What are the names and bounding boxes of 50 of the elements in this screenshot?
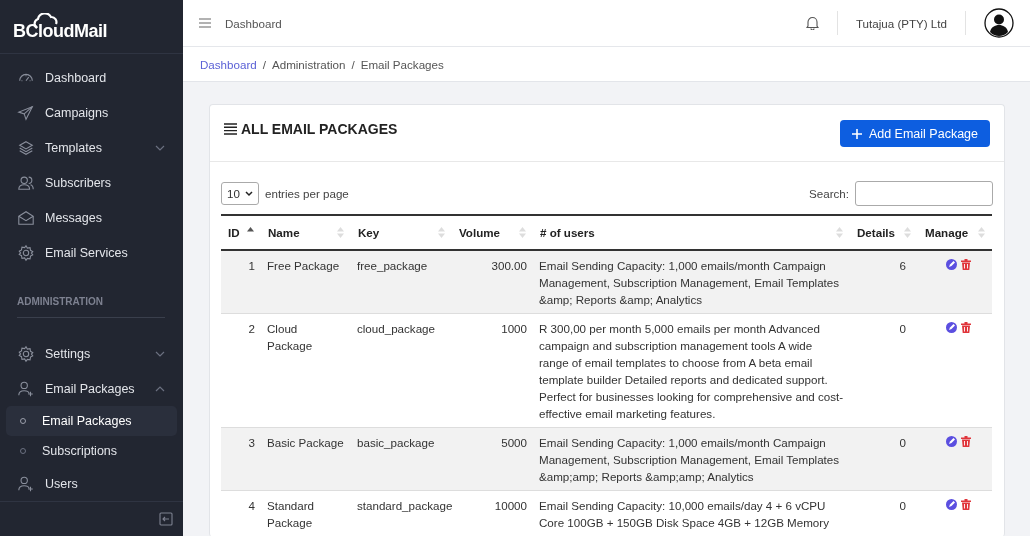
add-package-button[interactable]: Add Email Package <box>839 120 990 147</box>
sidebar-item[interactable]: Templates <box>6 130 177 166</box>
table-cell: Basic Package <box>261 427 351 491</box>
company-name[interactable]: Tutajua (PTY) Ltd <box>855 16 947 30</box>
table-cell: Email Sending Capacity: 1,000 emails/month Campaign Management, Subscription Management, Email Templates &amp; Reports &amp; Analytics <box>533 250 850 314</box>
table-cell: Standard Package <box>261 490 351 536</box>
sidebar-item[interactable]: Email Services <box>6 235 177 271</box>
table-cell: 10000 <box>452 490 533 536</box>
table-cell: 300.00 <box>452 250 533 314</box>
logo[interactable]: BCloudMail <box>13 21 107 43</box>
table-cell: Free Package <box>261 250 351 314</box>
sidebar-item[interactable]: Messages <box>6 200 177 236</box>
page-size-label: entries per page <box>265 187 349 200</box>
table-cell: standard_package <box>351 490 452 536</box>
table-cell: Email Sending Capacity: 10,000 emails/day 4 + 6 vCPU Core 100GB + 150GB Disk Space 4GB + 12GB Memory <box>533 490 850 536</box>
table-cell: basic_package <box>351 427 452 491</box>
table-cell: 4 <box>221 490 261 536</box>
table-cell: 1000 <box>452 313 533 428</box>
section-heading: ADMINISTRATION <box>17 270 165 319</box>
table-cell: Cloud Package <box>261 313 351 428</box>
sidebar-item[interactable]: Dashboard <box>6 60 177 96</box>
breadcrumb-separator: / <box>351 57 355 71</box>
sidebar-item[interactable]: Email Packages <box>6 371 177 407</box>
table-cell: R 300,00 per month 5,000 emails per month Advanced campaign and subscription management tools A wide range of email templates to choose from A beta email template builder Detailed reports and dedicated support. Perfect for businesses looking for comprehensive and cost-effective email marketing features. <box>533 313 850 428</box>
breadcrumb-link[interactable]: Dashboard <box>200 57 257 71</box>
sidebar-subitem[interactable]: Subscriptions <box>6 436 177 467</box>
table-cell: 3 <box>221 427 261 491</box>
sidebar-item[interactable]: Campaigns <box>6 95 177 131</box>
table-cell: 6 <box>850 250 918 314</box>
table-cell: 0 <box>850 313 918 428</box>
card-title: ALL EMAIL PACKAGES <box>241 121 398 137</box>
sidebar-subitem[interactable]: Email Packages <box>6 406 177 437</box>
table-cell: Email Sending Capacity: 1,000 emails/month Campaign Management, Subscription Management, Email Templates &amp;amp; Reports &amp;amp; Analytics <box>533 427 850 491</box>
table-cell: 0 <box>850 427 918 491</box>
table-cell: free_package <box>351 250 452 314</box>
search-label: Search: <box>809 187 849 200</box>
table-cell: 1 <box>221 250 261 314</box>
breadcrumb-separator: / <box>262 57 266 71</box>
table-cell: 5000 <box>452 427 533 491</box>
breadcrumb-item: Email Packages <box>360 57 444 71</box>
column-header[interactable]: # of users <box>533 215 850 250</box>
table-cell: cloud_package <box>351 313 452 428</box>
page-size-select[interactable]: 10 <box>221 182 259 205</box>
sidebar-item[interactable]: Subscribers <box>6 165 177 201</box>
sidebar-item[interactable]: Settings <box>6 336 177 372</box>
table-cell: 2 <box>221 313 261 428</box>
page-title: Dashboard <box>225 16 282 30</box>
table-cell: 0 <box>850 490 918 536</box>
breadcrumb-item: Administration <box>271 57 346 71</box>
sidebar-item[interactable]: Users <box>6 466 177 502</box>
